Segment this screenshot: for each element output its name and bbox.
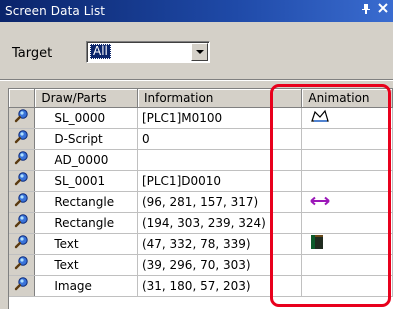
cell-draw-parts[interactable]: SL_0001 bbox=[34, 170, 138, 192]
table-row[interactable]: Image (31, 180, 57, 203) bbox=[9, 275, 393, 297]
cell-animation[interactable] bbox=[301, 233, 393, 255]
cell-information[interactable] bbox=[137, 149, 303, 171]
move-horizontal-icon bbox=[310, 195, 331, 209]
table-body: SL_0000 [PLC1]M0100 D-Script 0 AD_0000 SL_000… bbox=[9, 107, 393, 297]
chevron-down-icon bbox=[196, 50, 204, 54]
cell-information[interactable]: 0 bbox=[137, 128, 303, 150]
magnifier-icon[interactable] bbox=[14, 234, 30, 253]
data-grid[interactable]: Draw/Parts Information Animation SL_0000… bbox=[8, 88, 393, 309]
cell-information[interactable]: (47, 332, 78, 339) bbox=[137, 233, 303, 255]
pin-icon[interactable] bbox=[361, 3, 371, 18]
row-icon-cell[interactable] bbox=[9, 233, 36, 255]
dropdown-button[interactable] bbox=[191, 43, 208, 61]
cell-animation[interactable] bbox=[301, 107, 393, 129]
screen-data-panel: Target All Draw/Parts Information Animat… bbox=[0, 22, 393, 309]
row-icon-cell[interactable] bbox=[9, 191, 36, 213]
table-row[interactable]: Rectangle (96, 281, 157, 317) bbox=[9, 191, 393, 213]
cell-information[interactable]: [PLC1]M0100 bbox=[137, 107, 303, 129]
target-select[interactable]: All bbox=[86, 41, 210, 63]
cell-animation[interactable] bbox=[301, 170, 393, 192]
target-select-value: All bbox=[90, 44, 111, 59]
data-table: Draw/Parts Information Animation SL_0000… bbox=[9, 89, 393, 297]
cell-animation[interactable] bbox=[301, 128, 393, 150]
book-icon bbox=[310, 235, 324, 253]
window-title: Screen Data List bbox=[5, 4, 106, 18]
cell-information[interactable]: [PLC1]D0010 bbox=[137, 170, 303, 192]
cell-animation[interactable] bbox=[301, 254, 393, 276]
cell-draw-parts[interactable]: Rectangle bbox=[34, 212, 138, 234]
table-row[interactable]: Text (39, 296, 70, 303) bbox=[9, 254, 393, 276]
divider-highlight bbox=[0, 80, 393, 81]
cell-animation[interactable] bbox=[301, 212, 393, 234]
column-header-icon[interactable] bbox=[9, 89, 36, 108]
cell-animation[interactable] bbox=[301, 191, 393, 213]
cell-draw-parts[interactable]: AD_0000 bbox=[34, 149, 138, 171]
row-icon-cell[interactable] bbox=[9, 275, 36, 297]
close-icon[interactable] bbox=[378, 2, 388, 18]
row-icon-cell[interactable] bbox=[9, 254, 36, 276]
cell-animation[interactable] bbox=[301, 275, 393, 297]
target-label: Target bbox=[12, 46, 53, 61]
shape-outline-icon bbox=[310, 109, 330, 126]
cell-information[interactable]: (39, 296, 70, 303) bbox=[137, 254, 303, 276]
row-icon-cell[interactable] bbox=[9, 149, 36, 171]
cell-information[interactable]: (96, 281, 157, 317) bbox=[137, 191, 303, 213]
magnifier-icon[interactable] bbox=[14, 213, 30, 232]
row-icon-cell[interactable] bbox=[9, 170, 36, 192]
column-header-information[interactable]: Information bbox=[137, 89, 303, 108]
magnifier-icon[interactable] bbox=[14, 171, 30, 190]
table-row[interactable]: SL_0001 [PLC1]D0010 bbox=[9, 170, 393, 192]
magnifier-icon[interactable] bbox=[14, 192, 30, 211]
row-icon-cell[interactable] bbox=[9, 212, 36, 234]
cell-draw-parts[interactable]: Rectangle bbox=[34, 191, 138, 213]
cell-draw-parts[interactable]: Text bbox=[34, 233, 138, 255]
magnifier-icon[interactable] bbox=[14, 276, 30, 295]
cell-draw-parts[interactable]: SL_0000 bbox=[34, 107, 138, 129]
magnifier-icon[interactable] bbox=[14, 150, 30, 169]
magnifier-icon[interactable] bbox=[14, 255, 30, 274]
cell-draw-parts[interactable]: D-Script bbox=[34, 128, 138, 150]
column-header-draw-parts[interactable]: Draw/Parts bbox=[34, 89, 138, 108]
magnifier-icon[interactable] bbox=[14, 129, 30, 148]
table-row[interactable]: Rectangle (194, 303, 239, 324) bbox=[9, 212, 393, 234]
cell-information[interactable]: (31, 180, 57, 203) bbox=[137, 275, 303, 297]
table-row[interactable]: AD_0000 bbox=[9, 149, 393, 171]
cell-information[interactable]: (194, 303, 239, 324) bbox=[137, 212, 303, 234]
cell-animation[interactable] bbox=[301, 149, 393, 171]
row-icon-cell[interactable] bbox=[9, 128, 36, 150]
row-icon-cell[interactable] bbox=[9, 107, 36, 129]
table-row[interactable]: SL_0000 [PLC1]M0100 bbox=[9, 107, 393, 129]
cell-draw-parts[interactable]: Text bbox=[34, 254, 138, 276]
table-row[interactable]: Text (47, 332, 78, 339) bbox=[9, 233, 393, 255]
column-header-animation[interactable]: Animation bbox=[301, 89, 393, 108]
table-row[interactable]: D-Script 0 bbox=[9, 128, 393, 150]
magnifier-icon[interactable] bbox=[14, 108, 30, 127]
cell-draw-parts[interactable]: Image bbox=[34, 275, 138, 297]
window-title-bar[interactable]: Screen Data List bbox=[0, 0, 393, 22]
